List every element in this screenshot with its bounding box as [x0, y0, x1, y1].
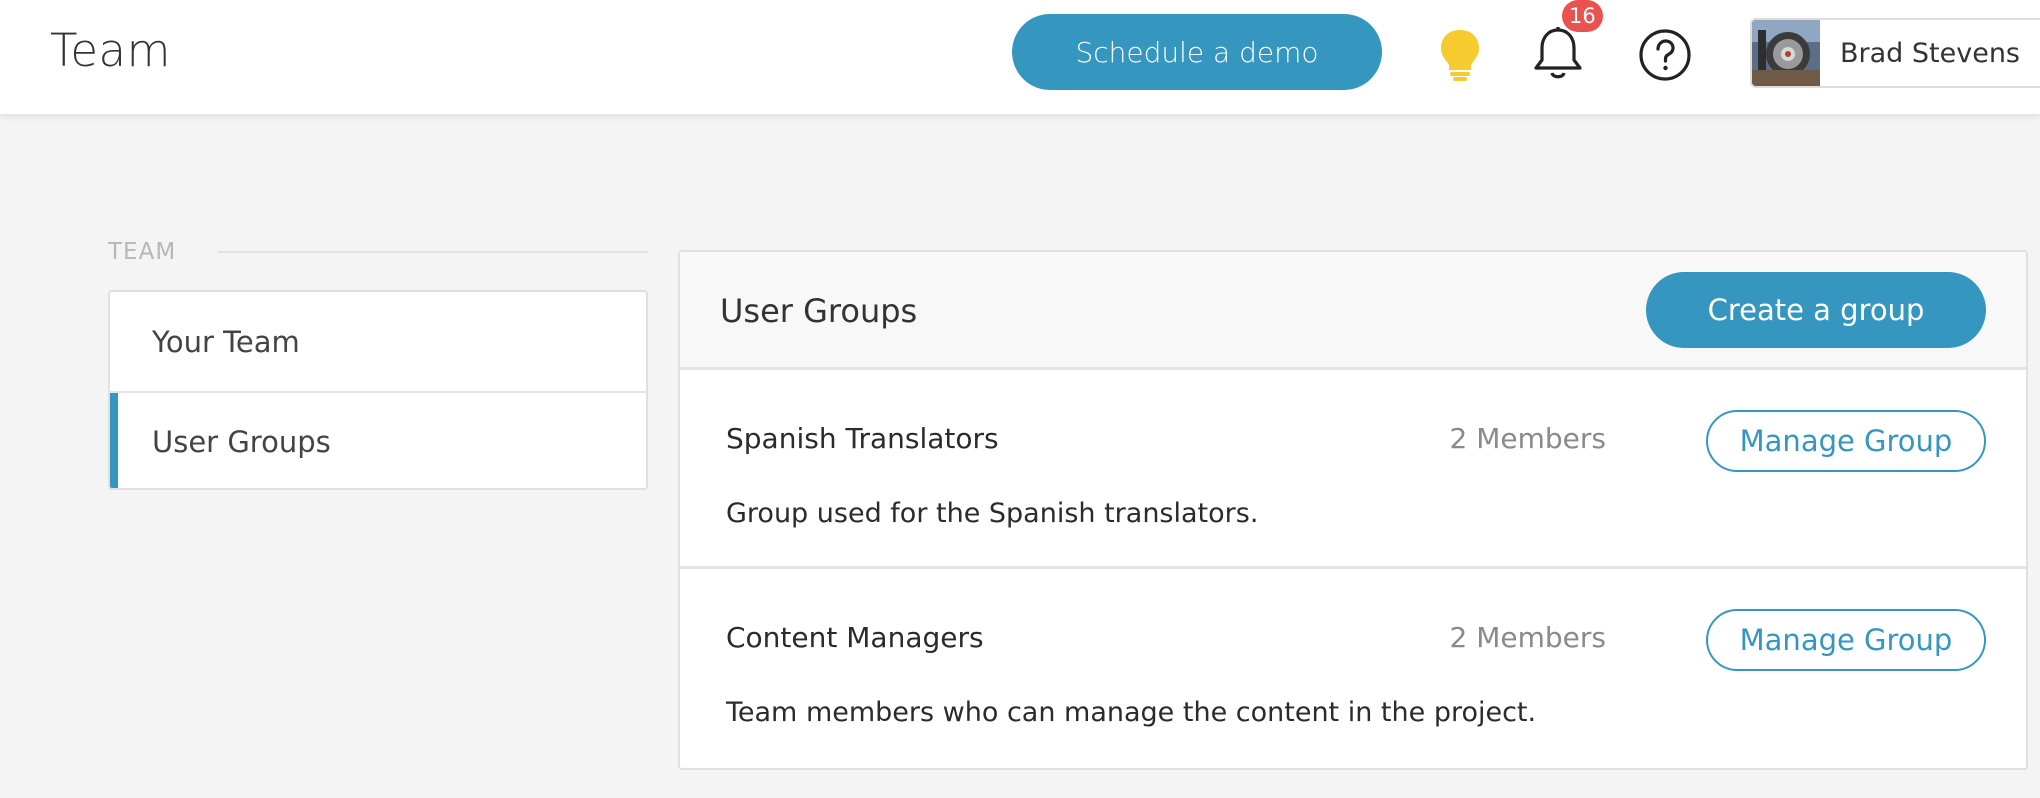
group-member-count: 2 Members	[1449, 621, 1606, 654]
group-member-count: 2 Members	[1449, 422, 1606, 455]
manage-group-button[interactable]: Manage Group	[1706, 410, 1986, 472]
group-row: Spanish Translators 2 Members Manage Gro…	[680, 370, 2026, 566]
lightbulb-icon[interactable]	[1437, 28, 1483, 82]
group-description: Team members who can manage the content …	[726, 697, 1537, 728]
sidebar-item-user-groups[interactable]: User Groups	[110, 391, 646, 488]
schedule-demo-button[interactable]: Schedule a demo	[1012, 14, 1382, 90]
sidebar-item-label: Your Team	[152, 324, 300, 359]
sidebar-section-header: TEAM	[108, 236, 648, 268]
sidebar-menu: Your Team User Groups	[108, 290, 648, 490]
user-menu[interactable]: Brad Stevens	[1750, 18, 2040, 88]
group-row: Content Managers 2 Members Manage Group …	[680, 566, 2026, 762]
panel-header: User Groups Create a group	[680, 252, 2026, 370]
sidebar-item-label: User Groups	[152, 424, 331, 459]
sidebar-item-your-team[interactable]: Your Team	[110, 292, 646, 391]
sidebar-section-label: TEAM	[108, 239, 177, 265]
user-groups-panel: User Groups Create a group Spanish Trans…	[678, 250, 2028, 770]
create-group-button[interactable]: Create a group	[1646, 272, 1986, 348]
avatar	[1752, 20, 1820, 86]
page-title: Team	[50, 24, 171, 77]
divider	[218, 251, 648, 253]
group-name: Content Managers	[726, 621, 984, 654]
panel-title: User Groups	[720, 292, 918, 330]
group-name: Spanish Translators	[726, 422, 999, 455]
top-bar: Team Schedule a demo 16 Brad Stevens	[0, 0, 2040, 114]
notification-badge: 16	[1562, 0, 1603, 32]
bell-icon[interactable]	[1530, 24, 1586, 84]
user-name: Brad Stevens	[1840, 37, 2020, 69]
help-circle-icon[interactable]	[1638, 28, 1692, 82]
manage-group-button[interactable]: Manage Group	[1706, 609, 1986, 671]
group-description: Group used for the Spanish translators.	[726, 498, 1259, 529]
